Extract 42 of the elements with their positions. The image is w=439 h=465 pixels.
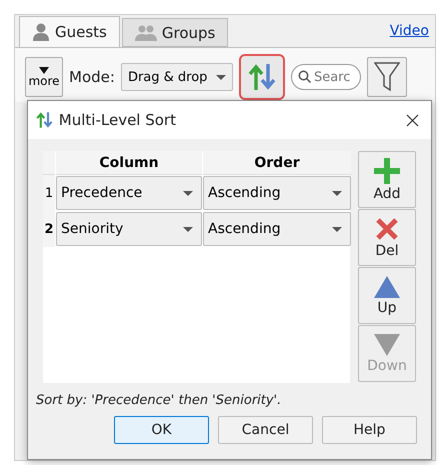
sort-button[interactable] [238, 54, 285, 100]
cross-icon [375, 216, 399, 240]
down-triangle-icon [39, 66, 49, 74]
column-header: Order [203, 151, 351, 175]
dropdown-caret-icon [183, 190, 193, 196]
dialog-button[interactable]: Cancel [218, 416, 313, 444]
video-link[interactable]: Video [390, 23, 429, 39]
column-header: Column [56, 151, 202, 175]
delete-button[interactable]: Del [358, 209, 416, 266]
people-icon [134, 24, 157, 42]
search-icon [298, 70, 311, 83]
sort-summary: Sort by: 'Precedence' then 'Seniority'. [35, 392, 282, 408]
filter-icon [374, 62, 400, 92]
dialog-title: Multi-Level Sort [58, 111, 176, 129]
down-triangle-icon [374, 334, 400, 356]
filter-button[interactable] [366, 57, 407, 97]
order-dropdown[interactable]: Ascending [203, 176, 351, 210]
dialog-button[interactable]: OK [114, 416, 209, 444]
dropdown-caret-icon [332, 226, 342, 232]
search-field[interactable]: Searc [290, 64, 361, 90]
column-dropdown[interactable]: Precedence [56, 176, 202, 210]
column-dropdown[interactable]: Seniority [56, 212, 202, 246]
order-dropdown[interactable]: Ascending [203, 212, 351, 246]
tab[interactable]: Groups [122, 18, 228, 47]
tab[interactable]: Guests [19, 16, 120, 47]
person-icon [32, 23, 50, 41]
mode-dropdown[interactable]: Drag & drop [120, 63, 233, 91]
sort-arrows-icon [248, 62, 276, 92]
close-icon[interactable] [406, 114, 419, 126]
mode-label: Mode: [69, 68, 115, 86]
dropdown-caret-icon [332, 190, 342, 196]
sort-arrows-icon [36, 111, 53, 129]
row-number: 1 [43, 175, 55, 211]
add-button[interactable]: Add [358, 151, 416, 208]
dropdown-caret-icon [216, 74, 226, 80]
dropdown-caret-icon [183, 226, 193, 232]
up-triangle-icon [374, 276, 400, 298]
more-button[interactable]: more [25, 57, 63, 97]
dialog-button[interactable]: Help [322, 416, 417, 444]
row-number: 2 [43, 211, 55, 247]
plus-icon [374, 158, 400, 184]
up-button[interactable]: Up [358, 267, 416, 324]
